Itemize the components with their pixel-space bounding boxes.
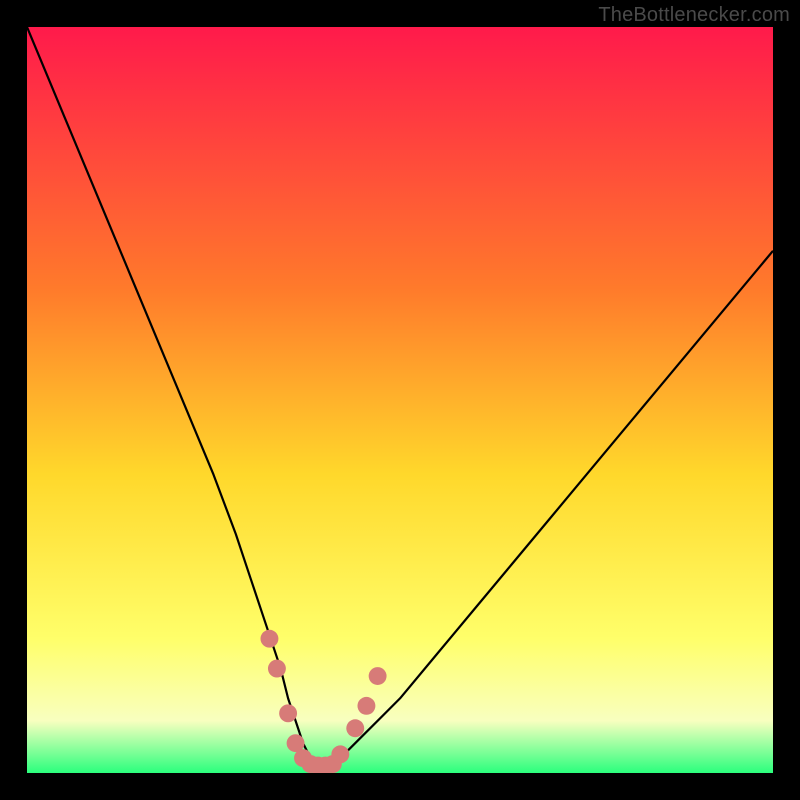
curve-marker: [268, 660, 286, 678]
plot-area: [27, 27, 773, 773]
curve-marker: [261, 630, 279, 648]
curve-marker: [279, 704, 297, 722]
watermark-text: TheBottlenecker.com: [598, 4, 790, 27]
curve-markers: [27, 27, 773, 773]
curve-marker: [357, 697, 375, 715]
curve-marker: [331, 745, 349, 763]
curve-marker: [369, 667, 387, 685]
chart-frame: TheBottlenecker.com: [0, 0, 800, 800]
curve-marker: [346, 719, 364, 737]
